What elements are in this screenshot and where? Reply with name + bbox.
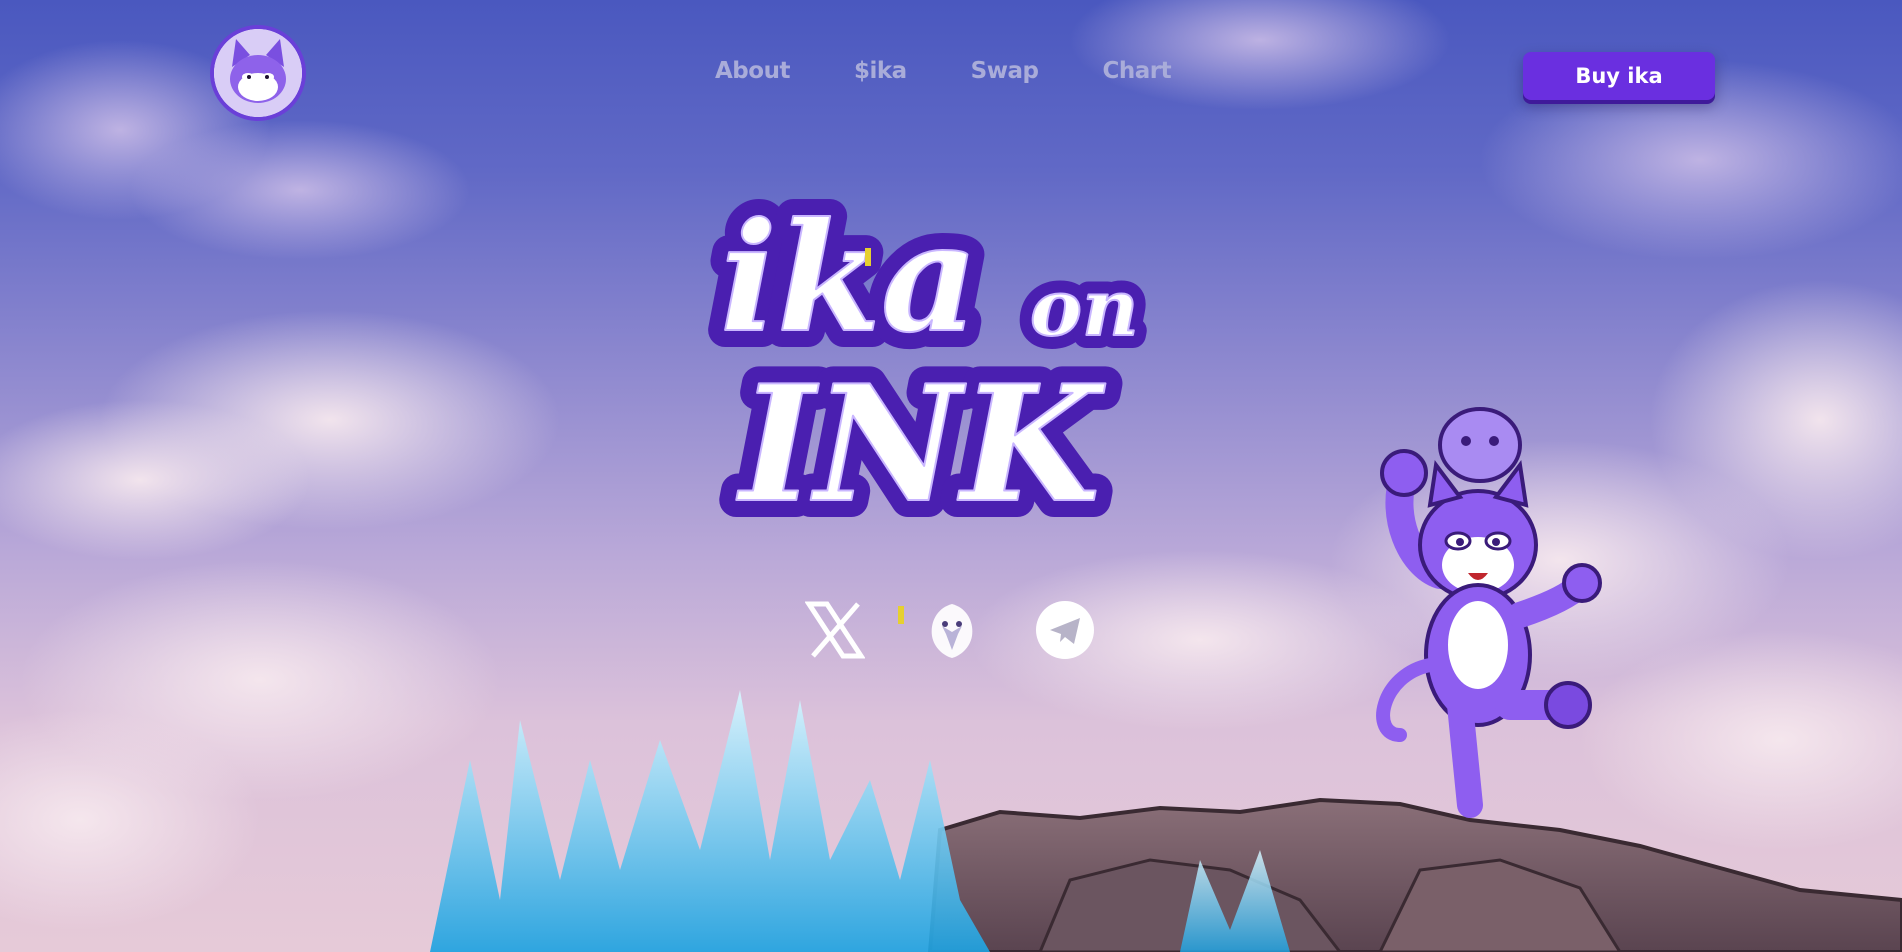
title-line1: ika (720, 190, 978, 366)
title-line2: INK (736, 350, 1106, 538)
nav-link-ika[interactable]: $ika (854, 58, 907, 84)
hero-title: ika ika on on INK INK (703, 173, 1152, 555)
social-links (804, 600, 1095, 660)
nav-link-about[interactable]: About (715, 58, 790, 84)
highlight-marker (865, 248, 871, 266)
logo-icon[interactable] (210, 25, 306, 121)
top-navigation: About $ika Swap Chart (715, 58, 1172, 84)
title-line1b: on (1030, 263, 1139, 354)
x-logo-icon[interactable] (804, 600, 866, 660)
cat-mascot-illustration (1376, 407, 1602, 818)
eagle-icon[interactable] (922, 600, 982, 660)
telegram-icon[interactable] (1035, 600, 1095, 660)
nav-link-chart[interactable]: Chart (1102, 58, 1171, 84)
nav-link-swap[interactable]: Swap (971, 58, 1039, 84)
buy-ika-button[interactable]: Buy ika (1523, 52, 1715, 100)
